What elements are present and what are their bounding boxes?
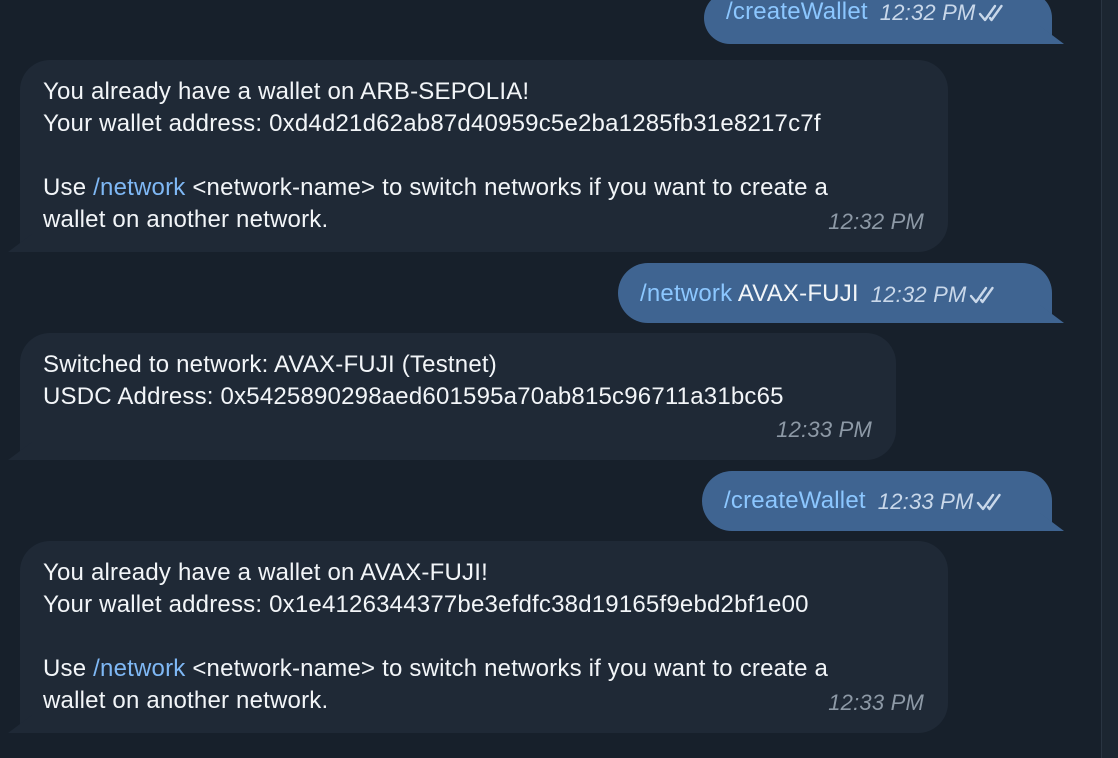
message-text: AVAX-FUJI — [732, 280, 859, 307]
message-time: 12:33 PM — [828, 690, 924, 715]
command-link[interactable]: /network — [93, 655, 185, 682]
message-line: You already have a wallet on AVAX-FUJI! — [43, 559, 488, 586]
wallet-address: Your wallet address: 0x1e4126344377be3ef… — [43, 591, 809, 618]
wallet-address: Your wallet address: 0xd4d21d62ab87d4095… — [43, 110, 821, 137]
chat-history: /createWallet 12:32 PM You already have a… — [0, 0, 1102, 758]
double-check-icon — [969, 286, 999, 304]
message-line: Switched to network: AVAX-FUJI (Testnet) — [43, 351, 497, 378]
message-line: wallet on another network. — [43, 687, 329, 714]
outgoing-message[interactable]: /createWallet 12:33 PM — [702, 471, 1052, 531]
message-line: Use /network <network-name> to switch ne… — [43, 655, 829, 682]
incoming-message[interactable]: Switched to network: AVAX-FUJI (Testnet)… — [20, 333, 896, 460]
double-check-icon — [978, 4, 1008, 22]
command-link[interactable]: /createWallet — [726, 0, 868, 25]
incoming-message[interactable]: You already have a wallet on ARB-SEPOLIA… — [20, 60, 948, 252]
message-line: You already have a wallet on ARB-SEPOLIA… — [43, 78, 530, 105]
message-time: 12:33 PM — [776, 417, 872, 442]
outgoing-message[interactable]: /createWallet 12:32 PM — [704, 0, 1052, 44]
incoming-message[interactable]: You already have a wallet on AVAX-FUJI! … — [20, 541, 948, 733]
message-time: 12:32 PM — [828, 209, 924, 234]
message-line: wallet on another network. — [43, 206, 329, 233]
message-time: 12:32 PM — [870, 281, 967, 307]
usdc-address: USDC Address: 0x5425890298aed601595a70ab… — [43, 383, 784, 410]
message-time: 12:32 PM — [879, 0, 976, 25]
command-link[interactable]: /createWallet — [724, 487, 866, 514]
double-check-icon — [976, 493, 1006, 511]
outgoing-message[interactable]: /network AVAX-FUJI 12:32 PM — [618, 263, 1052, 323]
command-link[interactable]: /network — [640, 280, 732, 307]
message-time: 12:33 PM — [877, 488, 974, 514]
command-link[interactable]: /network — [93, 174, 185, 201]
scrollbar[interactable] — [1101, 0, 1118, 758]
message-line: Use /network <network-name> to switch ne… — [43, 174, 829, 201]
